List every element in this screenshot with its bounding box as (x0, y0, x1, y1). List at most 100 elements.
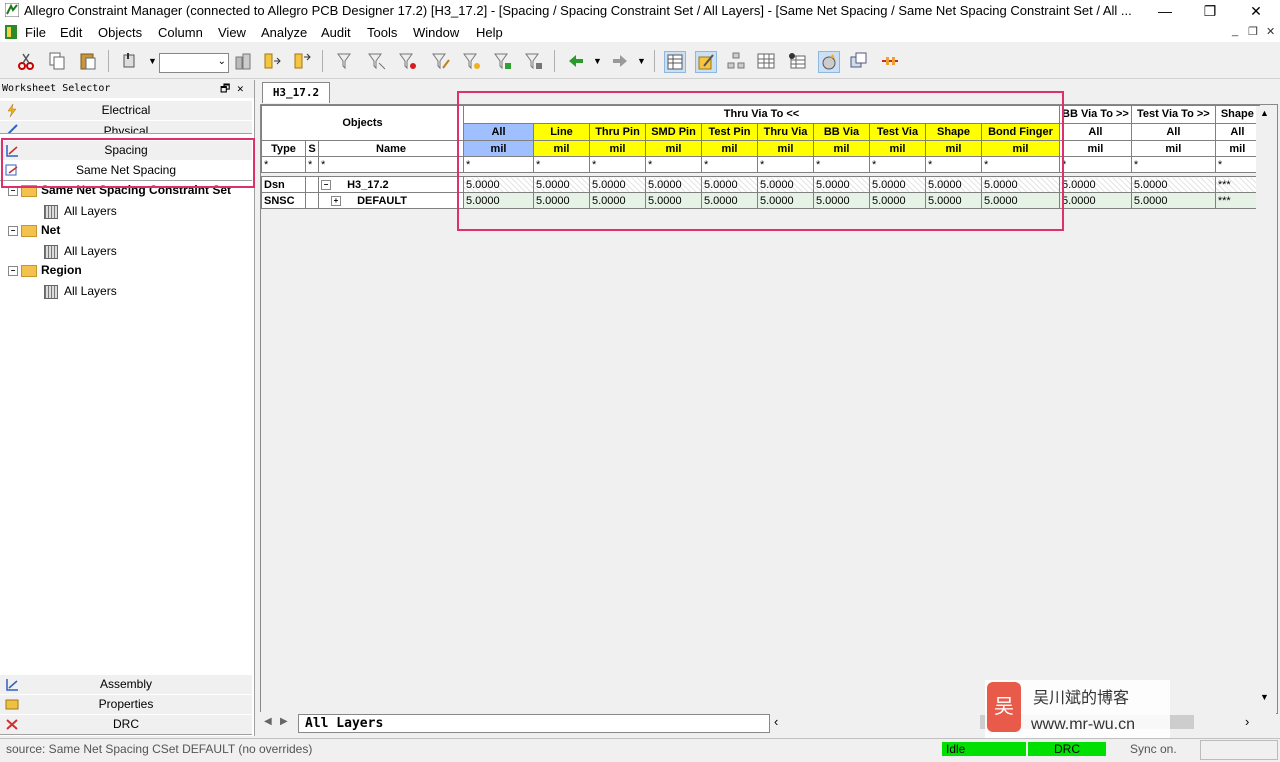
worksheet-grid-icon (44, 204, 58, 219)
value-cell[interactable]: 5.0000 (1130, 192, 1216, 209)
value-cell[interactable]: 5.0000 (1059, 176, 1132, 193)
status-panel (1200, 740, 1278, 760)
vertical-scrollbar[interactable]: ▲ ▼ (1256, 106, 1274, 710)
grid-star-icon[interactable] (787, 51, 807, 71)
scroll-down-icon[interactable]: ▼ (1260, 692, 1269, 702)
pin-icon[interactable]: 🗗 (220, 80, 230, 98)
type-header[interactable]: Type (261, 140, 306, 157)
col-test-all[interactable]: All (1130, 122, 1216, 141)
bb-via-header[interactable]: BB Via To >> (1059, 105, 1132, 124)
mdi-close-button[interactable]: ✕ (1266, 25, 1275, 38)
shape-header[interactable]: Shape (1214, 105, 1260, 124)
tree-net[interactable]: − Net (8, 223, 60, 237)
menu-help[interactable]: Help (476, 25, 503, 40)
s-header[interactable]: S (305, 140, 319, 157)
filter-clear-icon[interactable] (367, 51, 387, 71)
col-bb-all[interactable]: All (1059, 122, 1132, 141)
chevron-down-icon[interactable]: ▼ (148, 56, 157, 66)
value-cell[interactable]: 5.0000 (1059, 192, 1132, 209)
value-cell[interactable]: 5.0000 (1130, 176, 1216, 193)
collapse-icon[interactable]: − (321, 179, 331, 190)
collapse-icon[interactable]: − (8, 265, 18, 276)
tree-region-label: Region (41, 263, 82, 277)
select-tool-icon[interactable] (120, 51, 140, 71)
worksheet-electrical[interactable]: Electrical (0, 100, 252, 121)
menu-tools[interactable]: Tools (367, 25, 397, 40)
menu-column[interactable]: Column (158, 25, 203, 40)
filter-cell[interactable]: * (261, 156, 306, 173)
scroll-up-icon[interactable]: ▲ (1260, 108, 1269, 118)
sheet-tab-all-layers[interactable]: All Layers (298, 714, 770, 733)
close-icon[interactable]: ✕ (237, 80, 244, 98)
hscroll-left-icon[interactable]: ‹ (774, 714, 778, 729)
tab-right-icon[interactable]: ▶ (280, 716, 288, 727)
restore-button[interactable]: ❐ (1190, 0, 1230, 22)
tab-left-icon[interactable]: ◀ (264, 716, 272, 727)
tree-all-layers-3[interactable]: All Layers (44, 284, 117, 299)
chevron-down-icon[interactable]: ▼ (637, 56, 646, 66)
test-via-header[interactable]: Test Via To >> (1130, 105, 1216, 124)
tree-all-layers-1[interactable]: All Layers (44, 204, 117, 219)
value-cell[interactable]: *** (1214, 176, 1260, 193)
dimension-icon[interactable] (880, 51, 900, 71)
collapse-icon[interactable]: − (8, 225, 18, 236)
filter-cell[interactable]: * (1130, 156, 1216, 173)
col-shape-all[interactable]: All (1214, 122, 1260, 141)
auto-refresh-icon[interactable] (818, 51, 840, 73)
app-icon (5, 3, 19, 17)
filter-cell[interactable]: * (318, 156, 464, 173)
building-icon[interactable] (233, 51, 253, 71)
folder-icon (21, 264, 37, 277)
worksheet-physical[interactable]: Physical (0, 120, 252, 134)
document-tab[interactable]: H3_17.2 (262, 82, 330, 103)
worksheet-drc[interactable]: DRC (0, 714, 252, 735)
grid-table-icon[interactable] (756, 51, 776, 71)
mdi-restore-button[interactable]: ❐ (1248, 25, 1258, 38)
bookmark-next-icon[interactable] (262, 51, 282, 71)
menu-analyze[interactable]: Analyze (261, 25, 307, 40)
menu-audit[interactable]: Audit (321, 25, 351, 40)
filter-cell[interactable]: * (1059, 156, 1132, 173)
window-cascade-icon[interactable] (849, 51, 869, 71)
zoom-combo[interactable]: ⌄ (159, 53, 229, 73)
forward-arrow-icon[interactable] (610, 51, 630, 71)
menu-objects[interactable]: Objects (98, 25, 142, 40)
worksheet-physical-label: Physical (103, 124, 149, 134)
filter-red-icon[interactable] (398, 51, 418, 71)
tree-region[interactable]: − Region (8, 263, 82, 277)
value-cell[interactable]: *** (1214, 192, 1260, 209)
filter-star-icon[interactable] (462, 51, 482, 71)
pencil-edit-icon[interactable] (695, 51, 717, 73)
worksheet-view-icon[interactable] (664, 51, 686, 73)
objects-header: Objects (261, 105, 464, 141)
minimize-button[interactable]: — (1145, 0, 1185, 22)
menu-window[interactable]: Window (413, 25, 459, 40)
hierarchy-icon[interactable] (726, 51, 746, 71)
chevron-down-icon[interactable]: ▼ (593, 56, 602, 66)
name-header[interactable]: Name (318, 140, 464, 157)
filter-cell[interactable]: * (1214, 156, 1260, 173)
filter-cell[interactable]: * (305, 156, 319, 173)
close-button[interactable]: ✕ (1236, 0, 1276, 22)
paste-icon[interactable] (78, 51, 98, 71)
copy-icon[interactable] (47, 51, 67, 71)
worksheet-properties[interactable]: Properties (0, 694, 252, 715)
tree-all-layers-2[interactable]: All Layers (44, 244, 117, 259)
hscroll-right-icon[interactable]: › (1245, 714, 1249, 729)
menu-file[interactable]: File (25, 25, 46, 40)
filter-edit-icon[interactable] (431, 51, 451, 71)
filter-icon[interactable] (336, 51, 356, 71)
back-arrow-icon[interactable] (566, 51, 586, 71)
row-s (305, 192, 319, 209)
worksheet-assembly[interactable]: Assembly (0, 674, 252, 695)
menu-edit[interactable]: Edit (60, 25, 82, 40)
bookmark-prev-icon[interactable] (292, 51, 312, 71)
menu-view[interactable]: View (218, 25, 246, 40)
toolbar-separator (108, 50, 109, 72)
mdi-minimize-button[interactable]: _ (1232, 25, 1238, 37)
expand-icon[interactable]: + (331, 195, 341, 206)
filter-green-icon[interactable] (493, 51, 513, 71)
filter-grid-icon[interactable] (524, 51, 544, 71)
cut-icon[interactable] (16, 51, 36, 71)
status-source: source: Same Net Spacing CSet DEFAULT (n… (6, 742, 313, 756)
